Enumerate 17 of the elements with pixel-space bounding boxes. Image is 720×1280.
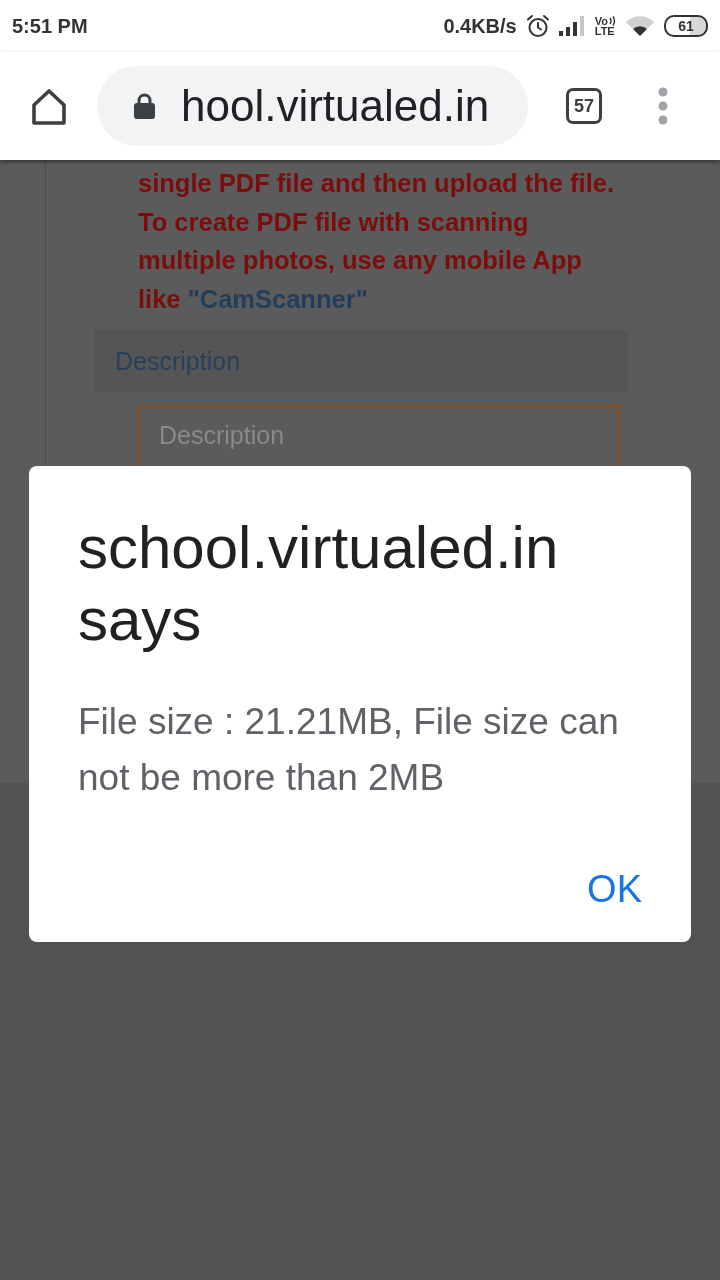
signal-bars-icon bbox=[558, 16, 586, 36]
volte-waves-icon bbox=[609, 16, 616, 26]
alarm-clock-icon bbox=[525, 14, 550, 38]
wifi-icon bbox=[625, 15, 655, 37]
battery-indicator: 61 bbox=[664, 15, 708, 37]
status-time: 5:51 PM bbox=[12, 14, 88, 38]
volte-label: Vo bbox=[594, 16, 608, 26]
dialog-title: school.virtualed.in says bbox=[78, 513, 560, 655]
home-icon[interactable] bbox=[30, 87, 67, 125]
ok-button[interactable]: OK bbox=[571, 862, 658, 917]
lte-label: LTE bbox=[594, 26, 615, 36]
network-speed: 0.4KB/s bbox=[443, 14, 517, 38]
notice-text: single PDF file and then upload the file. To create PDF file with scanning multiple photos, use any mobile App like "CamScanner" bbox=[138, 168, 616, 315]
dialog-message: File size : 21.21MB, File size can not be more than 2MB bbox=[78, 700, 620, 800]
tab-switcher-button[interactable]: 57 bbox=[566, 88, 602, 124]
address-bar[interactable]: hool.virtualed.in bbox=[97, 66, 528, 146]
lock-icon bbox=[134, 93, 155, 119]
